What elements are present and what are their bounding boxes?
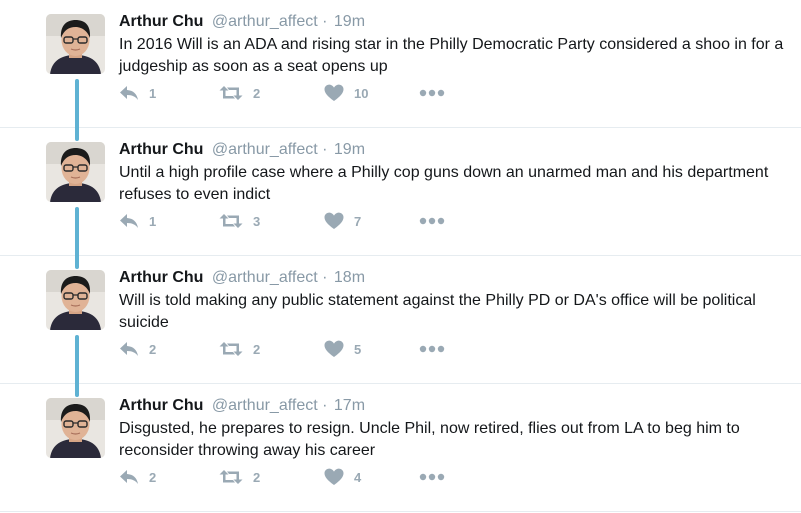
reply-count: 2 xyxy=(149,469,157,485)
like-button[interactable]: 10 xyxy=(324,83,368,103)
tweet-text: Until a high profile case where a Philly… xyxy=(119,164,769,203)
retweet-count: 2 xyxy=(253,469,261,485)
reply-count: 1 xyxy=(149,213,157,229)
avatar[interactable] xyxy=(46,270,105,330)
tweet-header: Arthur Chu @arthur_affect · 19m xyxy=(119,140,365,160)
author-name[interactable]: Arthur Chu xyxy=(119,269,203,286)
author-handle[interactable]: @arthur_affect xyxy=(212,13,318,30)
avatar-image xyxy=(46,142,105,202)
like-count: 5 xyxy=(354,341,362,357)
tweet-timestamp[interactable]: 19m xyxy=(334,141,365,158)
tweet-text: Will is told making any public statement… xyxy=(119,292,756,331)
more-dots-icon xyxy=(419,89,445,97)
author-name[interactable]: Arthur Chu xyxy=(119,13,203,30)
avatar[interactable] xyxy=(46,14,105,74)
heart-icon xyxy=(324,340,344,358)
reply-count: 2 xyxy=(149,341,157,357)
author-name[interactable]: Arthur Chu xyxy=(119,141,203,158)
tweet-thread: Arthur Chu @arthur_affect · 19m In 2016 … xyxy=(0,0,801,513)
tweet-text: In 2016 Will is an ADA and rising star i… xyxy=(119,36,784,75)
header-separator: · xyxy=(322,141,328,158)
tweet-divider xyxy=(0,511,801,512)
reply-button[interactable]: 1 xyxy=(119,211,156,231)
header-separator: · xyxy=(322,13,328,30)
author-name[interactable]: Arthur Chu xyxy=(119,397,203,414)
like-count: 4 xyxy=(354,469,362,485)
like-button[interactable]: 4 xyxy=(324,467,361,487)
reply-icon xyxy=(119,341,139,357)
avatar[interactable] xyxy=(46,398,105,458)
tweet-timestamp[interactable]: 18m xyxy=(334,269,365,286)
retweet-count: 2 xyxy=(253,85,261,101)
header-separator: · xyxy=(322,397,328,414)
more-dots-icon xyxy=(419,345,445,353)
retweet-icon xyxy=(219,341,243,357)
more-dots-icon xyxy=(419,473,445,481)
tweet-header: Arthur Chu @arthur_affect · 19m xyxy=(119,12,365,32)
tweet[interactable]: Arthur Chu @arthur_affect · 19m In 2016 … xyxy=(0,0,801,141)
tweet-text: Disgusted, he prepares to resign. Uncle … xyxy=(119,420,740,459)
tweet[interactable]: Arthur Chu @arthur_affect · 19m Until a … xyxy=(0,128,801,269)
tweet-header: Arthur Chu @arthur_affect · 17m xyxy=(119,396,365,416)
reply-button[interactable]: 1 xyxy=(119,83,156,103)
retweet-count: 3 xyxy=(253,213,261,229)
more-button[interactable] xyxy=(419,339,445,359)
like-button[interactable]: 7 xyxy=(324,211,361,231)
reply-button[interactable]: 2 xyxy=(119,339,156,359)
avatar[interactable] xyxy=(46,142,105,202)
retweet-count: 2 xyxy=(253,341,261,357)
reply-icon xyxy=(119,85,139,101)
author-handle[interactable]: @arthur_affect xyxy=(212,141,318,158)
tweet-timestamp[interactable]: 17m xyxy=(334,397,365,414)
retweet-button[interactable]: 3 xyxy=(219,211,260,231)
heart-icon xyxy=(324,84,344,102)
like-count: 10 xyxy=(354,85,369,101)
more-button[interactable] xyxy=(419,467,445,487)
retweet-button[interactable]: 2 xyxy=(219,83,260,103)
avatar-image xyxy=(46,270,105,330)
tweet[interactable]: Arthur Chu @arthur_affect · 18m Will is … xyxy=(0,256,801,397)
heart-icon xyxy=(324,212,344,230)
more-button[interactable] xyxy=(419,83,445,103)
more-button[interactable] xyxy=(419,211,445,231)
like-button[interactable]: 5 xyxy=(324,339,361,359)
tweet-header: Arthur Chu @arthur_affect · 18m xyxy=(119,268,365,288)
avatar-image xyxy=(46,398,105,458)
tweet[interactable]: Arthur Chu @arthur_affect · 17m Disguste… xyxy=(0,384,801,512)
more-dots-icon xyxy=(419,217,445,225)
reply-icon xyxy=(119,213,139,229)
author-handle[interactable]: @arthur_affect xyxy=(212,397,318,414)
author-handle[interactable]: @arthur_affect xyxy=(212,269,318,286)
reply-button[interactable]: 2 xyxy=(119,467,156,487)
retweet-button[interactable]: 2 xyxy=(219,467,260,487)
reply-count: 1 xyxy=(149,85,157,101)
retweet-button[interactable]: 2 xyxy=(219,339,260,359)
header-separator: · xyxy=(322,269,328,286)
retweet-icon xyxy=(219,213,243,229)
heart-icon xyxy=(324,468,344,486)
like-count: 7 xyxy=(354,213,362,229)
reply-icon xyxy=(119,469,139,485)
tweet-timestamp[interactable]: 19m xyxy=(334,13,365,30)
avatar-image xyxy=(46,14,105,74)
retweet-icon xyxy=(219,469,243,485)
retweet-icon xyxy=(219,85,243,101)
